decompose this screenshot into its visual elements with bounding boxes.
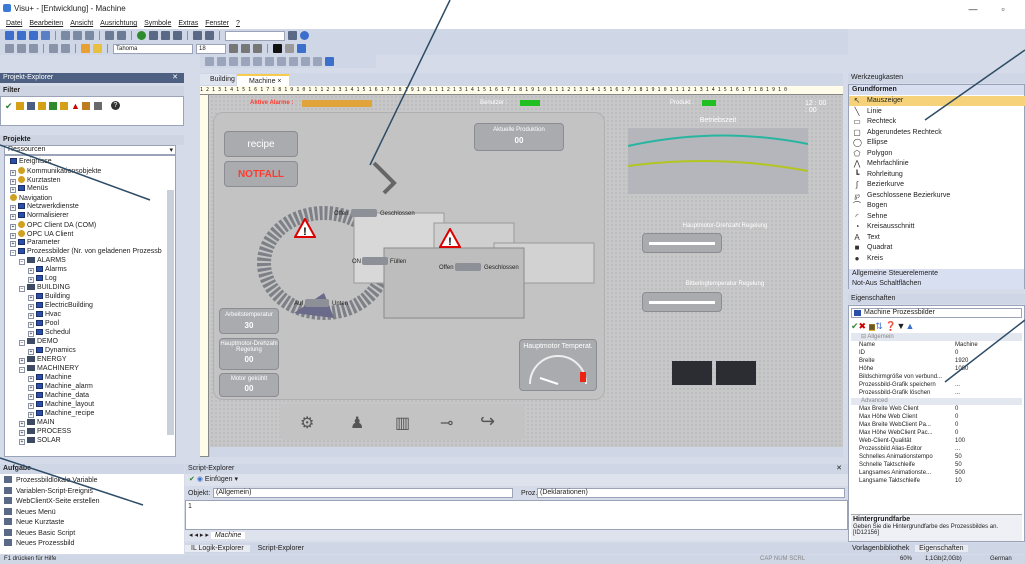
callout-line-properties: [944, 319, 1025, 383]
callout-line-toolbox: [924, 49, 1025, 121]
callout-line-canvas: [369, 0, 451, 166]
callout-lines: [0, 0, 1025, 506]
callout-line-tasks: [0, 457, 144, 506]
callout-line-tree: [0, 144, 151, 201]
